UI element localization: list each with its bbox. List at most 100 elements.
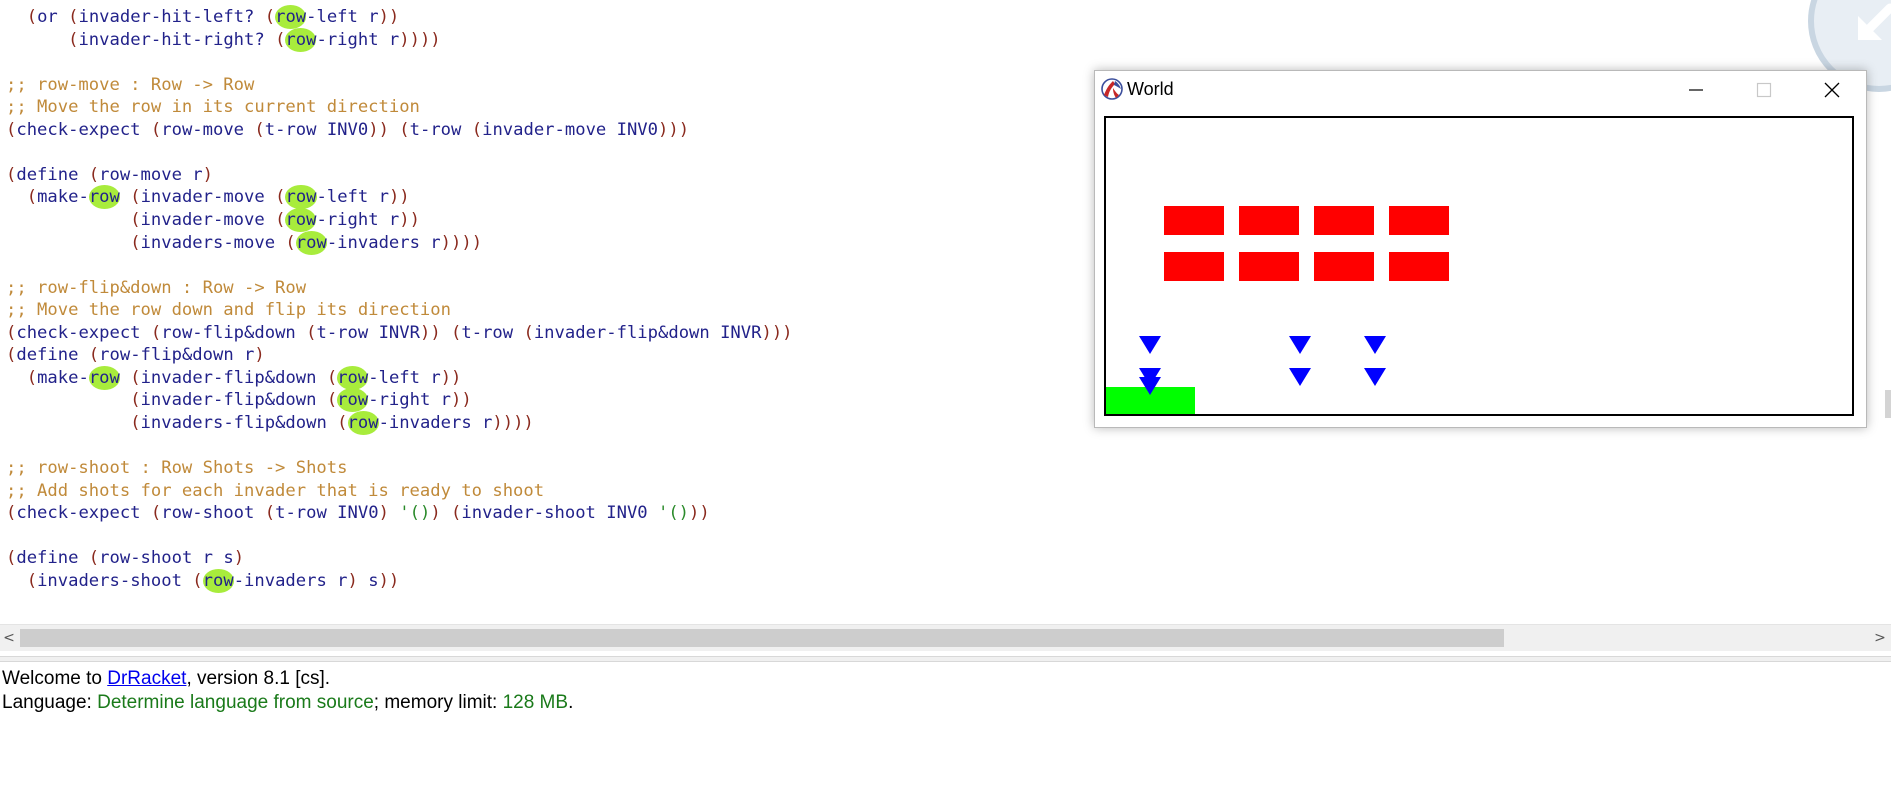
code-token: ( bbox=[275, 187, 286, 208]
horizontal-scrollbar[interactable]: < > bbox=[0, 624, 1891, 651]
code-comment: ;; Move the row in its current direction bbox=[6, 97, 420, 118]
maximize-button[interactable] bbox=[1730, 71, 1798, 109]
code-token: ( bbox=[6, 322, 17, 343]
code-line: (invader-flip&down (row-right r)) bbox=[6, 388, 472, 413]
code-token: ( bbox=[88, 345, 100, 366]
code-token: ( bbox=[88, 164, 100, 185]
code-token: invaders-shoot bbox=[37, 570, 193, 591]
code-token: invaders-flip&down bbox=[140, 412, 338, 433]
code-token: )))) bbox=[399, 29, 441, 50]
code-line: (check-expect (row-flip&down (t-row INVR… bbox=[6, 322, 793, 344]
code-token: ( bbox=[337, 412, 348, 433]
code-token: row-flip&down bbox=[161, 322, 307, 343]
code-comment: ;; row-flip&down : Row -> Row bbox=[6, 277, 307, 298]
code-token: ( bbox=[130, 367, 141, 388]
code-token: ( bbox=[130, 187, 141, 208]
code-token: invader-flip&down INVR bbox=[533, 322, 762, 343]
code-token: ( bbox=[6, 164, 17, 185]
code-line: (make-row (invader-move (row-left r)) bbox=[6, 185, 410, 210]
code-token: invader-move bbox=[140, 187, 276, 208]
close-button[interactable] bbox=[1798, 71, 1866, 109]
world-window[interactable]: World bbox=[1094, 70, 1867, 428]
code-line: (check-expect (row-shoot (t-row INV0) '(… bbox=[6, 502, 710, 524]
minimize-button[interactable] bbox=[1662, 71, 1730, 109]
code-token: ( bbox=[275, 209, 286, 230]
code-token: t-row INV0 bbox=[275, 503, 379, 524]
code-token: define bbox=[16, 164, 89, 185]
code-token: invader-hit-left? bbox=[78, 7, 265, 27]
code-token: ) bbox=[378, 503, 400, 524]
code-line: (make-row (invader-flip&down (row-left r… bbox=[6, 365, 462, 390]
code-token: )) bbox=[378, 570, 400, 591]
highlighted-token: row bbox=[285, 185, 317, 210]
code-token: ( bbox=[26, 570, 38, 591]
horizontal-scroll-thumb[interactable] bbox=[20, 629, 1504, 647]
code-token: ( bbox=[150, 322, 162, 343]
code-comment: ;; row-shoot : Row Shots -> Shots bbox=[6, 458, 348, 478]
drracket-link[interactable]: DrRacket bbox=[107, 668, 186, 689]
code-line: ;; row-shoot : Row Shots -> Shots bbox=[6, 457, 347, 479]
code-line: ;; Move the row down and flip its direct… bbox=[6, 299, 451, 321]
invader bbox=[1164, 252, 1224, 281]
code-token: ( bbox=[130, 412, 141, 433]
language-value: Determine language from source bbox=[97, 692, 374, 713]
highlighted-token: row bbox=[202, 568, 234, 593]
code-line: (define (row-move r) bbox=[6, 164, 213, 186]
code-token: ( bbox=[130, 232, 141, 253]
highlighted-token: row bbox=[285, 207, 317, 232]
world-canvas[interactable] bbox=[1104, 116, 1854, 416]
code-comment: ;; Move the row down and flip its direct… bbox=[6, 300, 451, 321]
code-token: make- bbox=[37, 367, 89, 388]
code-token: row-move bbox=[161, 119, 255, 140]
code-token: ) bbox=[233, 548, 245, 569]
code-token: s bbox=[368, 570, 379, 591]
code-token: invader-flip&down bbox=[140, 390, 327, 411]
code-token: ( bbox=[326, 367, 338, 388]
invader bbox=[1164, 206, 1224, 235]
code-token: ) bbox=[202, 164, 213, 185]
code-token: ( bbox=[68, 29, 79, 50]
code-token: row-shoot bbox=[161, 503, 265, 524]
interactions-pane[interactable]: Welcome to DrRacket, version 8.1 [cs]. L… bbox=[0, 662, 1891, 787]
code-token: row-flip&down r bbox=[99, 345, 255, 366]
code-token: ( bbox=[130, 390, 141, 411]
shot bbox=[1364, 368, 1386, 386]
code-token: ( bbox=[150, 119, 162, 140]
code-line: (invaders-shoot (row-invaders r) s)) bbox=[6, 568, 400, 593]
invader bbox=[1314, 206, 1374, 235]
code-line: (define (row-shoot r s) bbox=[6, 547, 244, 569]
vertical-scroll-marker[interactable] bbox=[1885, 390, 1891, 418]
code-token: ( bbox=[6, 548, 17, 569]
code-token: ) ( bbox=[430, 503, 462, 524]
scroll-left-arrow-icon[interactable]: < bbox=[2, 629, 16, 647]
code-token: or bbox=[37, 7, 69, 27]
code-token: ) bbox=[254, 345, 265, 366]
version-text: , version 8.1 [cs]. bbox=[186, 668, 331, 689]
highlighted-token: row bbox=[88, 365, 120, 390]
shot bbox=[1289, 368, 1311, 386]
code-token: )) bbox=[689, 503, 710, 524]
code-token: check-expect bbox=[16, 503, 151, 524]
code-token: ( bbox=[254, 119, 265, 140]
code-token: )) bbox=[440, 367, 462, 388]
code-comment: ;; row-move : Row -> Row bbox=[6, 74, 255, 95]
code-token: invader-move INV0 bbox=[482, 119, 659, 140]
code-token: row-shoot r s bbox=[99, 548, 234, 569]
shot bbox=[1139, 336, 1161, 354]
scroll-right-arrow-icon[interactable]: > bbox=[1873, 629, 1887, 647]
code-token: invaders-move bbox=[140, 232, 286, 253]
world-titlebar[interactable]: World bbox=[1095, 71, 1866, 109]
code-token: ( bbox=[26, 367, 38, 388]
code-line: ;; row-flip&down : Row -> Row bbox=[6, 277, 306, 299]
code-token: ( bbox=[275, 29, 286, 50]
shot bbox=[1364, 336, 1386, 354]
game-scene bbox=[1106, 206, 1449, 414]
code-token: define bbox=[16, 548, 89, 569]
